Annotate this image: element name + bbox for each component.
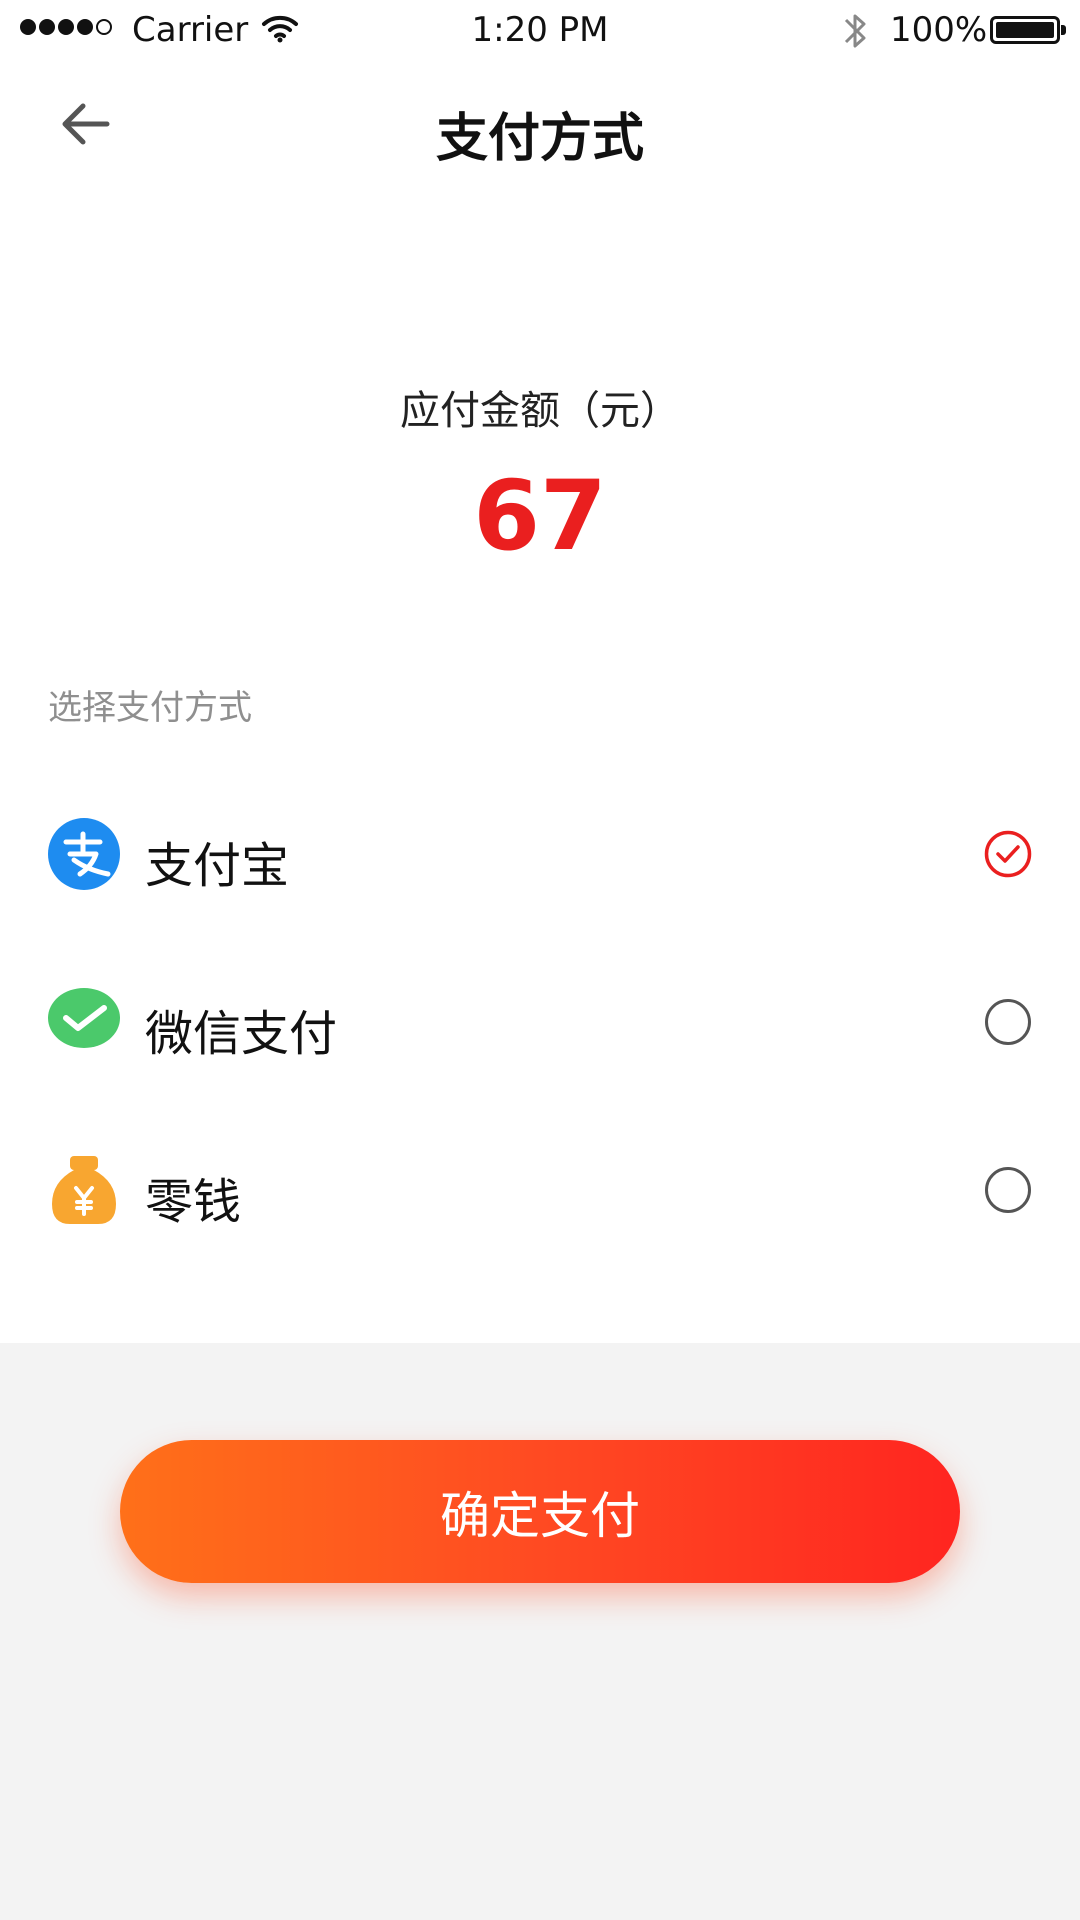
alipay-icon	[48, 818, 120, 890]
content-area: Carrier 1:20 PM 100% 支付方式 应付金额（元） 67 选择支…	[0, 0, 1080, 1343]
amount-label: 应付金额（元）	[400, 388, 680, 434]
payment-option-alipay[interactable]: 支付宝	[0, 782, 1080, 922]
payment-option-label: 零钱	[145, 1174, 242, 1230]
unchecked-radio-icon[interactable]	[984, 998, 1032, 1046]
page-title: 支付方式	[435, 109, 644, 169]
battery-icon	[990, 16, 1066, 44]
checked-radio-icon[interactable]	[984, 830, 1032, 878]
navigation-bar: 支付方式	[0, 64, 1080, 194]
amount-value: 67	[473, 460, 607, 572]
confirm-payment-button[interactable]: 确定支付	[120, 1440, 960, 1583]
money-bag-icon	[48, 1154, 120, 1226]
status-bar: Carrier 1:20 PM 100%	[0, 0, 1080, 64]
battery-percentage: 100%	[890, 10, 988, 50]
section-label: 选择支付方式	[48, 688, 252, 728]
payment-option-label: 微信支付	[145, 1006, 338, 1062]
wechat-pay-icon	[48, 986, 120, 1058]
payment-option-change[interactable]: 零钱	[0, 1118, 1080, 1258]
unchecked-radio-icon[interactable]	[984, 1166, 1032, 1214]
bluetooth-icon	[840, 8, 870, 63]
payment-option-label: 支付宝	[145, 838, 290, 894]
payment-option-wechat[interactable]: 微信支付	[0, 950, 1080, 1090]
